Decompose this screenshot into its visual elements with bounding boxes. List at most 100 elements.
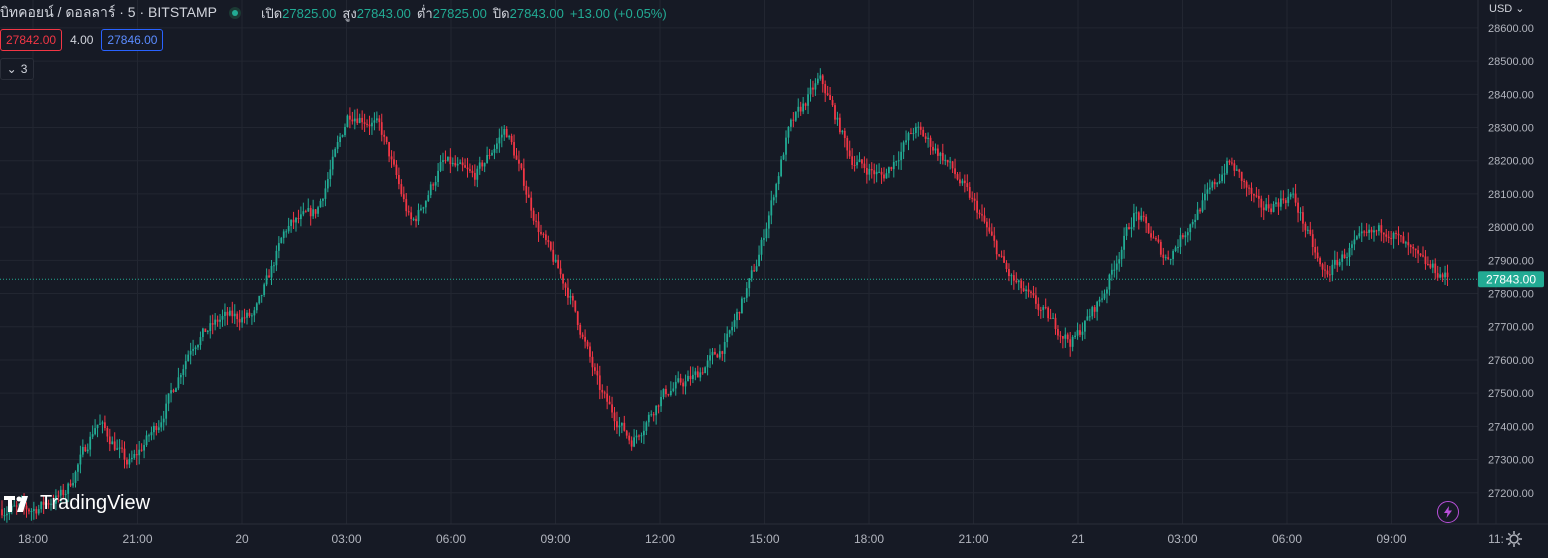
candle [682, 378, 684, 395]
candle [251, 313, 253, 325]
candle [1343, 248, 1346, 259]
candle [349, 107, 351, 129]
time-tick-label: 21:00 [122, 532, 152, 546]
candle [579, 322, 582, 339]
candle [422, 206, 425, 214]
currency-selector[interactable]: USD ⌄ [1489, 2, 1525, 15]
candle [1211, 180, 1214, 191]
candle [1314, 238, 1317, 259]
candle [258, 295, 261, 305]
candle [1118, 252, 1121, 272]
symbol-title[interactable]: บิทคอยน์ / ดอลลาร์ · 5 · BITSTAMP [0, 2, 217, 24]
candle [1375, 229, 1378, 236]
candle [1235, 165, 1238, 171]
candle [1402, 231, 1405, 244]
candle [959, 171, 961, 187]
candle [420, 204, 422, 212]
candle [1287, 188, 1290, 207]
candle [361, 110, 364, 130]
candle [1341, 250, 1344, 271]
candle [1206, 182, 1209, 201]
open-value: 27825.00 [282, 5, 337, 21]
candle [1123, 227, 1125, 259]
candle [714, 348, 716, 355]
candle [94, 419, 96, 436]
candle [1382, 232, 1385, 244]
candle [1409, 244, 1412, 254]
candle [816, 72, 819, 86]
candle [944, 154, 947, 166]
market-status-icon[interactable] [229, 7, 242, 19]
candle [1039, 306, 1042, 319]
candle [491, 149, 493, 156]
candle [89, 431, 92, 457]
chart-canvas[interactable]: 28600.00 28500.00 28400.00 28300.00 28200.00… [0, 0, 1548, 558]
time-axis[interactable]: 18:00 21:00 20 03:00 06:00 09:00 12:00 15:00 18:… [18, 532, 1504, 546]
candle [206, 330, 209, 335]
candle [905, 130, 907, 145]
candle [380, 113, 383, 142]
candle [635, 429, 638, 444]
candle [765, 222, 768, 242]
time-tick-label: 06:00 [1272, 532, 1302, 546]
candle [937, 144, 939, 161]
candle [562, 273, 564, 290]
candle [211, 314, 214, 335]
candle [998, 254, 1001, 258]
candle [1035, 287, 1037, 309]
chevron-down-icon: ⌄ [1515, 3, 1525, 15]
candle [914, 123, 917, 139]
candle [981, 204, 983, 222]
candle [552, 241, 555, 266]
buy-price-button[interactable]: 27846.00 [101, 29, 164, 51]
candle [1044, 298, 1047, 310]
candle [231, 301, 234, 324]
candle [402, 186, 405, 203]
candle [326, 172, 329, 193]
candle [363, 113, 366, 133]
candle [1152, 230, 1155, 239]
candle [949, 156, 952, 170]
candle [1414, 248, 1417, 258]
candle [1008, 263, 1010, 282]
candle [792, 111, 795, 128]
symbol-legend: บิทคอยน์ / ดอลลาร์ · 5 · BITSTAMP เปิด 27… [0, 4, 667, 22]
candle [971, 191, 974, 203]
candle [228, 307, 231, 317]
tradingview-logo[interactable]: TradingView [4, 492, 150, 515]
candle [669, 381, 672, 397]
candle [1172, 249, 1174, 266]
candle [902, 140, 905, 160]
candle [287, 217, 290, 234]
indicators-toggle-button[interactable]: ⌄ 3 [0, 58, 34, 80]
time-tick-label: 12:00 [645, 532, 675, 546]
gear-icon[interactable] [1505, 530, 1523, 548]
candle [1098, 296, 1101, 307]
candle [1047, 306, 1050, 322]
candle [437, 163, 439, 187]
candle [1253, 193, 1255, 203]
quote-row: 27842.00 4.00 27846.00 [0, 29, 164, 51]
candle [1412, 243, 1415, 257]
candle [819, 68, 822, 81]
sell-price-button[interactable]: 27842.00 [0, 29, 63, 51]
candle [547, 235, 550, 248]
candle [424, 200, 427, 214]
candle [459, 159, 462, 165]
candle [723, 333, 726, 363]
candle [1331, 259, 1334, 282]
candle [410, 206, 413, 226]
candle [1110, 263, 1113, 281]
candle [1130, 217, 1133, 238]
candle [1088, 308, 1091, 322]
lightning-icon[interactable] [1437, 501, 1459, 523]
high-value: 27843.00 [356, 5, 411, 21]
candle [108, 428, 111, 452]
candle [182, 364, 185, 385]
candle [395, 160, 398, 179]
time-tick-label: 06:00 [436, 532, 466, 546]
chevron-down-icon: ⌄ [6, 62, 17, 76]
candle [336, 135, 339, 154]
candle [1422, 246, 1424, 258]
price-axis[interactable]: 28600.00 28500.00 28400.00 28300.00 28200.00… [1488, 23, 1534, 500]
